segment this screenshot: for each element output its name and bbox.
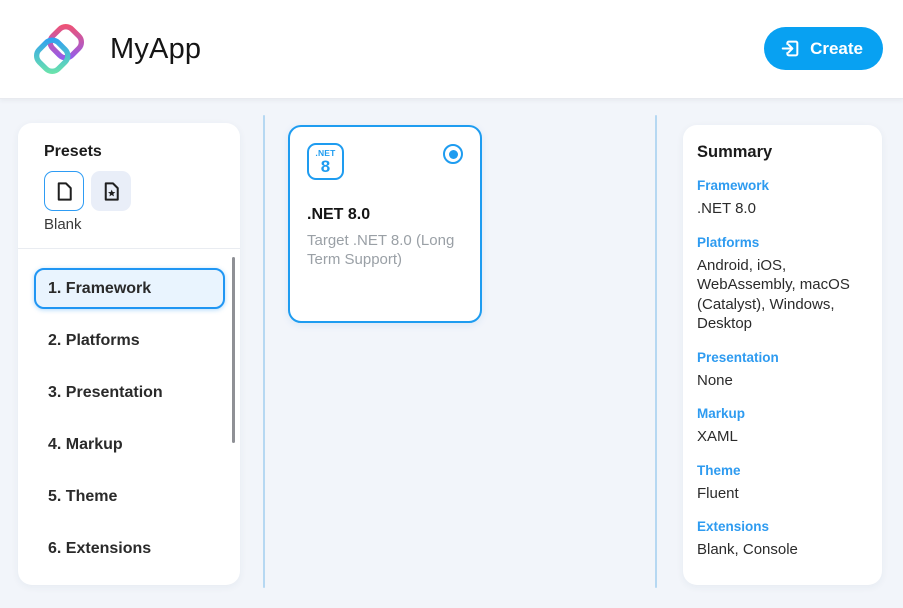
summary-value: None	[697, 371, 864, 391]
sidebar-scrollbar-thumb[interactable]	[232, 257, 235, 443]
summary-label: Markup	[697, 406, 864, 421]
create-button[interactable]: Create	[764, 27, 883, 70]
summary-label: Framework	[697, 178, 864, 193]
main-content: Presets Blank 1. Framework 2	[0, 99, 903, 608]
blank-document-icon	[53, 180, 76, 203]
framework-option-card[interactable]: .NET 8 .NET 8.0 Target .NET 8.0 (Long Te…	[288, 125, 482, 323]
step-markup[interactable]: 4. Markup	[34, 424, 225, 465]
framework-option-title: .NET 8.0	[307, 206, 463, 224]
step-theme[interactable]: 5. Theme	[34, 476, 225, 517]
summary-heading: Summary	[697, 143, 864, 162]
page-title: MyApp	[110, 33, 201, 66]
summary-panel: Summary Framework .NET 8.0 Platforms And…	[683, 125, 882, 585]
summary-item-platforms: Platforms Android, iOS, WebAssembly, mac…	[697, 235, 864, 334]
summary-value: Fluent	[697, 484, 864, 504]
summary-label: Extensions	[697, 519, 864, 534]
badge-text-8: 8	[321, 158, 330, 175]
summary-value: .NET 8.0	[697, 199, 864, 219]
summary-value: XAML	[697, 427, 864, 447]
step-presentation[interactable]: 3. Presentation	[34, 372, 225, 413]
wizard-steps: 1. Framework 2. Platforms 3. Presentatio…	[34, 268, 225, 569]
framework-card-header: .NET 8	[307, 143, 463, 180]
step-platforms[interactable]: 2. Platforms	[34, 320, 225, 361]
framework-radio-selected[interactable]	[443, 144, 463, 164]
summary-item-framework: Framework .NET 8.0	[697, 178, 864, 219]
dotnet-8-badge-icon: .NET 8	[307, 143, 344, 180]
presets-heading: Presets	[44, 143, 240, 161]
summary-item-extensions: Extensions Blank, Console	[697, 519, 864, 560]
framework-option-description: Target .NET 8.0 (Long Term Support)	[307, 231, 463, 269]
enter-arrow-icon	[780, 38, 801, 59]
header: MyApp Create	[0, 0, 903, 99]
summary-label: Theme	[697, 463, 864, 478]
panel-divider-right	[655, 115, 657, 588]
summary-label: Platforms	[697, 235, 864, 250]
selected-preset-label: Blank	[44, 216, 240, 233]
summary-value: Android, iOS, WebAssembly, macOS (Cataly…	[697, 256, 864, 334]
create-button-label: Create	[810, 39, 863, 59]
preset-blank-button[interactable]	[44, 171, 84, 211]
summary-label: Presentation	[697, 350, 864, 365]
app-window: MyApp Create Presets	[0, 0, 903, 608]
summary-item-presentation: Presentation None	[697, 350, 864, 391]
preset-recommended-button[interactable]	[91, 171, 131, 211]
summary-value: Blank, Console	[697, 540, 864, 560]
starred-document-icon	[100, 180, 123, 203]
radio-dot	[449, 150, 458, 159]
app-logo-icon	[28, 18, 90, 80]
summary-item-theme: Theme Fluent	[697, 463, 864, 504]
preset-options	[44, 171, 240, 211]
panel-divider-left	[263, 115, 265, 588]
step-extensions[interactable]: 6. Extensions	[34, 528, 225, 569]
sidebar-divider	[18, 248, 240, 249]
step-framework[interactable]: 1. Framework	[34, 268, 225, 309]
wizard-sidebar: Presets Blank 1. Framework 2	[18, 123, 240, 585]
summary-item-markup: Markup XAML	[697, 406, 864, 447]
